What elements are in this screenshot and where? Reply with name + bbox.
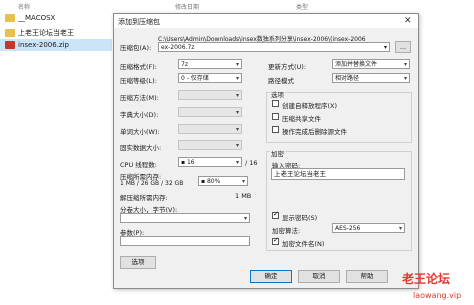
chevron-down-icon: ▾	[241, 178, 245, 185]
word-size-label: 单词大小(W):	[120, 128, 160, 136]
format-label: 压缩格式(F):	[120, 63, 158, 71]
path-mode-select[interactable]: 相对路径 ▾	[332, 73, 410, 83]
cpu-threads-label: CPU 线程数:	[120, 161, 157, 169]
cpu-threads-max: / 16	[245, 159, 258, 167]
method-select: ▾	[178, 90, 242, 100]
memory-decompress-label: 解压缩所需内存:	[120, 194, 168, 202]
zip-file-icon	[5, 41, 15, 49]
file-name: __MACOSX	[18, 14, 56, 22]
split-size-combo[interactable]: ▾	[120, 213, 250, 223]
archive-label: 压缩包(A):	[120, 44, 152, 52]
chevron-down-icon: ▾	[403, 61, 407, 68]
ok-button[interactable]: 确定	[250, 270, 292, 283]
cpu-threads-select[interactable]: ▪ 16 ▾	[178, 157, 242, 167]
options-button[interactable]: 选项	[120, 256, 156, 269]
delete-after-checkbox[interactable]	[272, 126, 279, 133]
column-header-date[interactable]: 修改日期	[175, 2, 199, 11]
dialog-title: 添加到压缩包	[118, 18, 160, 26]
sfx-label: 创建自释放程序(X)	[282, 102, 338, 110]
explorer-header: 名称 修改日期 类型	[0, 0, 474, 12]
dictionary-select: ▾	[178, 107, 242, 117]
memory-decompress-value: 1 MB	[235, 192, 252, 200]
chevron-down-icon: ▾	[235, 126, 239, 133]
chevron-down-icon: ▾	[235, 159, 239, 166]
dictionary-label: 字典大小(D):	[120, 111, 159, 119]
folder-icon	[5, 14, 15, 22]
encryption-method-label: 加密算法:	[272, 227, 301, 235]
cancel-button[interactable]: 取消	[298, 270, 340, 283]
encrypt-names-label: 加密文件名(N)	[282, 240, 325, 248]
folder-icon	[5, 29, 15, 37]
chevron-down-icon: ▾	[235, 61, 239, 68]
close-icon[interactable]: ✕	[404, 16, 412, 26]
path-mode-label: 路径模式	[268, 77, 294, 85]
solid-size-label: 固实数据大小:	[120, 144, 162, 152]
watermark-url: laowang.vip	[413, 291, 462, 300]
format-select[interactable]: 7z ▾	[178, 59, 242, 69]
chevron-down-icon: ▾	[398, 225, 402, 232]
update-mode-select[interactable]: 添加并替换文件 ▾	[332, 59, 410, 69]
help-button[interactable]: 帮助	[346, 270, 388, 283]
memory-compress-value: 1 MB / 26 GB / 32 GB	[120, 180, 184, 187]
encryption-group-title: 加密	[270, 148, 285, 158]
file-row[interactable]: __MACOSX	[0, 12, 112, 24]
chevron-down-icon: ▾	[235, 92, 239, 99]
encryption-method-select[interactable]: AES-256 ▾	[332, 223, 405, 233]
column-header-type[interactable]: 类型	[296, 2, 308, 11]
chevron-down-icon: ▾	[235, 75, 239, 82]
level-select[interactable]: 0 - 仅存储 ▾	[178, 73, 242, 83]
dialog-titlebar[interactable]: 添加到压缩包 ✕	[114, 14, 418, 28]
memory-usage-select[interactable]: ▪ 80% ▾	[198, 176, 248, 186]
file-row-selected[interactable]: insex-2006.zip	[0, 39, 112, 51]
shared-files-checkbox[interactable]	[272, 113, 279, 120]
file-name: insex-2006.zip	[18, 41, 69, 49]
encrypt-names-checkbox[interactable]	[272, 236, 279, 245]
file-name: 上老王论坛当老王	[18, 29, 74, 37]
add-to-archive-dialog: 添加到压缩包 ✕ 压缩包(A): C:\Users\Admin\Download…	[113, 13, 419, 289]
chevron-down-icon: ▾	[235, 142, 239, 149]
sfx-checkbox[interactable]	[272, 100, 279, 107]
chevron-down-icon: ▾	[243, 215, 247, 222]
show-password-checkbox[interactable]	[272, 210, 279, 219]
update-mode-label: 更新方式(U):	[268, 63, 307, 71]
shared-files-label: 压缩共享文件	[282, 115, 321, 123]
column-header-name[interactable]: 名称	[18, 2, 30, 11]
browse-button[interactable]: ...	[395, 41, 411, 53]
password-input[interactable]: 上老王论坛当老王	[271, 168, 405, 180]
level-label: 压缩等级(L):	[120, 77, 157, 85]
params-input[interactable]	[120, 236, 250, 246]
file-row[interactable]: 上老王论坛当老王	[0, 27, 112, 39]
chevron-down-icon: ▾	[403, 75, 407, 82]
watermark-logo-text: 老王论坛	[402, 272, 451, 286]
solid-size-select: ▾	[178, 140, 242, 150]
chevron-down-icon: ▾	[235, 109, 239, 116]
show-password-label: 显示密码(S)	[282, 214, 318, 222]
delete-after-label: 操作完成后删除源文件	[282, 128, 347, 136]
archive-name-input[interactable]: ex-2006.7z ▾	[158, 42, 390, 52]
method-label: 压缩方法(M):	[120, 94, 159, 102]
options-group-title: 选项	[270, 89, 285, 99]
word-size-select: ▾	[178, 124, 242, 134]
chevron-down-icon[interactable]: ▾	[384, 44, 387, 51]
